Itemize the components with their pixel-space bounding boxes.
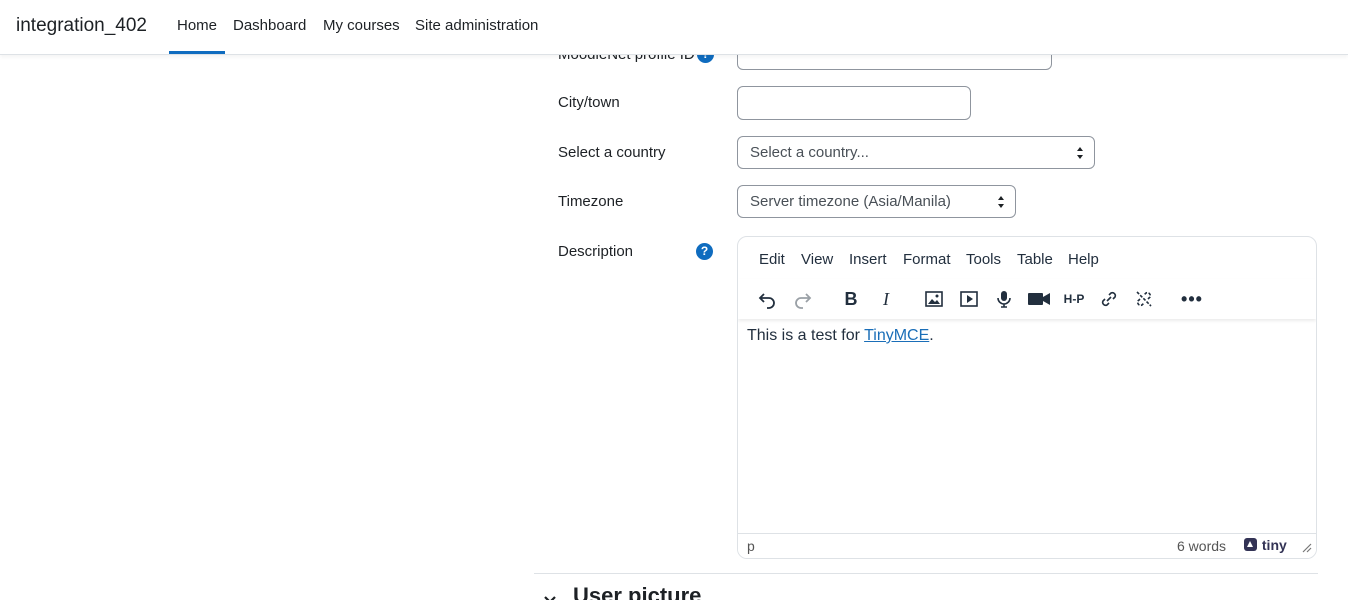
redo-icon[interactable] (789, 285, 817, 313)
timezone-select[interactable]: Server timezone (Asia/Manila) (737, 185, 1016, 218)
city-input[interactable] (737, 86, 971, 120)
editor-link[interactable]: TinyMCE (864, 327, 929, 344)
profile-form: MoodleNet profile ID ? City/town Select … (0, 55, 1348, 600)
media-icon[interactable] (955, 285, 983, 313)
nav-home[interactable]: Home (177, 17, 217, 34)
element-path[interactable]: p (747, 538, 755, 554)
moodlenet-help-icon[interactable]: ? (697, 55, 714, 63)
menu-edit[interactable]: Edit (759, 251, 785, 268)
editor-toolbar: B I H-P ••• (738, 279, 1316, 319)
select-arrows-icon (1077, 147, 1083, 159)
microphone-icon[interactable] (990, 285, 1018, 313)
country-select-value: Select a country... (750, 144, 869, 161)
city-label: City/town (558, 94, 620, 111)
menu-insert[interactable]: Insert (849, 251, 887, 268)
nav-my-courses[interactable]: My courses (323, 17, 400, 34)
moodlenet-label: MoodleNet profile ID (558, 55, 695, 63)
country-label: Select a country (558, 144, 666, 161)
editor-text: This is a test for (747, 327, 865, 344)
timezone-label: Timezone (558, 193, 624, 210)
description-label: Description (558, 243, 634, 260)
undo-icon[interactable] (753, 285, 781, 313)
timezone-select-value: Server timezone (Asia/Manila) (750, 193, 951, 210)
menu-format[interactable]: Format (903, 251, 951, 268)
editor-content[interactable]: This is a test for TinyMCE. (747, 327, 934, 345)
menu-table[interactable]: Table (1017, 251, 1053, 268)
bold-icon[interactable]: B (837, 285, 865, 313)
menu-view[interactable]: View (801, 251, 833, 268)
image-icon[interactable] (920, 285, 948, 313)
editor-text-end: . (929, 327, 934, 344)
tiny-brand-text: tiny (1261, 537, 1287, 553)
editor-statusbar: p 6 words tiny (738, 533, 1316, 558)
top-navbar: integration_402 Home Dashboard My course… (0, 0, 1348, 55)
editor-menubar: Edit View Insert Format Tools Table Help (738, 237, 1316, 279)
nav-dashboard[interactable]: Dashboard (233, 17, 306, 34)
moodlenet-input[interactable] (737, 55, 1052, 70)
nav-active-indicator (169, 51, 225, 54)
more-icon[interactable]: ••• (1178, 285, 1206, 313)
menu-tools[interactable]: Tools (966, 251, 1001, 268)
resize-handle-icon[interactable] (1302, 543, 1312, 553)
italic-icon[interactable]: I (872, 285, 900, 313)
link-icon[interactable] (1095, 285, 1123, 313)
unlink-icon[interactable] (1130, 285, 1158, 313)
h5p-icon[interactable]: H-P (1060, 285, 1088, 313)
menu-help[interactable]: Help (1068, 251, 1099, 268)
country-select[interactable]: Select a country... (737, 136, 1095, 169)
tiny-logo-icon (1244, 538, 1257, 551)
chevron-down-icon[interactable] (543, 594, 557, 600)
site-brand[interactable]: integration_402 (16, 15, 147, 37)
section-divider (534, 573, 1318, 574)
description-help-icon[interactable]: ? (696, 243, 713, 260)
nav-site-administration[interactable]: Site administration (415, 17, 538, 34)
tinymce-editor: Edit View Insert Format Tools Table Help… (737, 236, 1317, 559)
video-icon[interactable] (1025, 285, 1053, 313)
tiny-logo[interactable]: tiny (1243, 537, 1287, 553)
word-count[interactable]: 6 words (1177, 538, 1226, 554)
section-title-user-picture[interactable]: User picture (573, 583, 701, 600)
select-arrows-icon (998, 196, 1004, 208)
